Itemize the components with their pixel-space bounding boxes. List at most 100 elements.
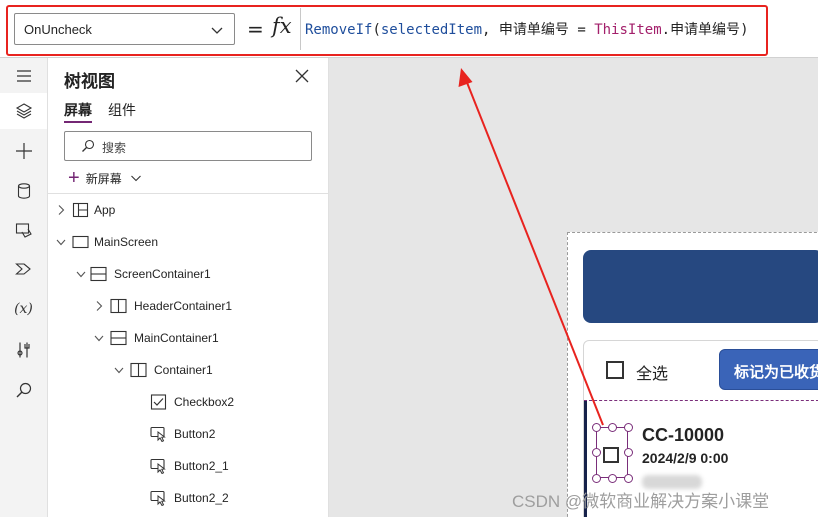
app-icon [72,202,89,218]
search-icon [82,139,95,152]
watermark: CSDN @微软商业解决方案小课堂 [512,492,770,511]
formula-paren-open: ( [372,22,381,38]
select-all-checkbox[interactable] [606,361,624,379]
item-checkbox[interactable] [603,447,619,463]
tree-node-button2-2[interactable]: Button2_2 [48,482,328,514]
mark-received-button[interactable]: 标记为已收货 [719,349,818,390]
formula-field: 申请单编号 [498,22,569,38]
mark-received-label: 标记为已收货 [734,364,818,381]
tree-search-box[interactable]: 搜索 [64,131,312,161]
media-icon [15,223,32,238]
node-label: Checkbox2 [174,395,235,409]
formula-function: RemoveIf [305,22,373,38]
chevron-right-icon[interactable] [94,300,104,312]
plus-icon [15,143,32,159]
rail-insert[interactable] [0,133,47,169]
formula-paren-close: ) [740,22,749,38]
variables-icon: (x) [14,301,33,317]
resize-handle[interactable] [591,448,601,457]
item-date: 2024/2/9 0:00 [642,450,729,466]
tree-node-mainscreen[interactable]: MainScreen [48,226,328,258]
panel-title: 树视图 [64,72,115,91]
node-label: MainContainer1 [134,331,219,345]
tree-node-checkbox2[interactable]: Checkbox2 [48,386,328,418]
chevron-down-icon[interactable] [76,268,86,280]
button-icon [150,426,166,442]
tree-node-button2-1[interactable]: Button2_1 [48,450,328,482]
resize-handle[interactable] [591,473,601,483]
equals-sign: = [247,17,264,41]
button-icon [150,458,166,474]
property-dropdown[interactable]: OnUncheck [14,13,235,45]
menu-icon [16,70,31,82]
header-container[interactable] [583,250,818,323]
search-placeholder: 搜索 [102,141,127,155]
node-label: ScreenContainer1 [114,267,211,281]
left-rail: (x) [0,58,48,517]
resize-handle[interactable] [623,422,633,432]
rail-data[interactable] [0,173,47,209]
formula-arg-collection: selectedItem [380,22,483,38]
formula-text: RemoveIf(selectedItem, 申请单编号 = ThisItem.… [305,19,749,39]
rail-variables[interactable]: (x) [0,291,47,327]
chevron-down-icon[interactable] [114,364,124,376]
rail-media[interactable] [0,212,47,248]
resize-handle[interactable] [607,422,617,432]
node-label: HeaderContainer1 [134,299,233,313]
chevron-down-icon [211,27,223,34]
tree-node-container1[interactable]: Container1 [48,354,328,386]
layers-icon [15,103,32,119]
fx-icon[interactable]: fx [272,14,292,38]
tab-components[interactable]: 组件 [108,100,136,120]
rail-tools[interactable] [0,332,47,368]
formula-bar: OnUncheck = fx RemoveIf(selectedItem, 申请… [0,0,818,58]
resize-handle[interactable] [623,473,633,483]
rail-tree-view[interactable] [0,93,47,129]
formula-input[interactable]: RemoveIf(selectedItem, 申请单编号 = ThisItem.… [300,8,818,50]
formula-comma: , [482,22,499,38]
design-canvas[interactable]: 全选 标记为已收货 CC-10000 2024/2/9 0:00 [329,58,818,517]
tree-node-maincontainer1[interactable]: MainContainer1 [48,322,328,354]
active-tab-indicator [64,121,92,123]
node-label: Button2_2 [174,491,229,505]
item-title: CC-10000 [642,425,725,445]
node-label: MainScreen [94,235,159,249]
node-label: Container1 [154,363,213,377]
chevron-down-icon[interactable] [94,332,104,344]
resize-handle[interactable] [607,473,617,483]
formula-operator: = [568,22,595,38]
tree-node-button2[interactable]: Button2 [48,418,328,450]
tab-screens[interactable]: 屏幕 [64,100,92,120]
search-icon [16,382,31,398]
formula-keyword: ThisItem [594,22,662,38]
horizontal-container-icon [110,298,127,314]
rail-search[interactable] [0,372,47,408]
resize-handle[interactable] [591,422,601,432]
close-icon[interactable] [294,68,310,84]
formula-dot: . [661,22,671,38]
new-screen-button[interactable]: + 新屏幕 [68,168,142,188]
plus-icon: + [68,167,80,189]
tree-node-headercontainer1[interactable]: HeaderContainer1 [48,290,328,322]
new-screen-label: 新屏幕 [85,171,122,186]
horizontal-container-icon [130,362,147,378]
vertical-container-icon [110,330,127,346]
tree-node-app[interactable]: App [48,194,328,226]
vertical-container-icon [90,266,107,282]
resize-handle[interactable] [623,448,633,457]
button-icon [150,490,166,506]
node-label: App [94,203,116,217]
chevron-right-icon[interactable] [56,204,66,216]
node-label: Button2 [174,427,216,441]
rail-menu[interactable] [0,58,47,94]
tree-node-screencontainer1[interactable]: ScreenContainer1 [48,258,328,290]
node-label: Button2_1 [174,459,229,473]
data-icon [17,183,30,199]
chevron-down-icon[interactable] [56,236,66,248]
property-value: OnUncheck [24,22,92,37]
formula-field-2: 申请单编号 [670,22,741,38]
rail-power-automate[interactable] [0,251,47,287]
tools-icon [16,342,30,358]
screen-icon [72,235,89,249]
power-automate-icon [14,263,31,275]
